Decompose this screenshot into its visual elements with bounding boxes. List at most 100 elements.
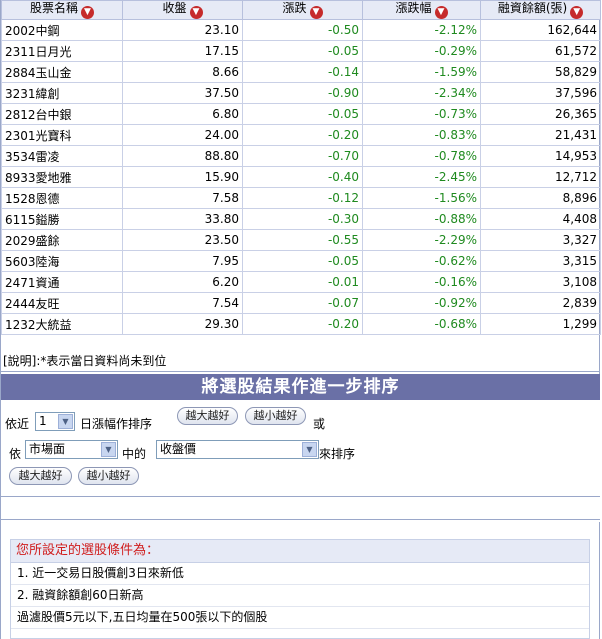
change-cell: -0.30	[242, 208, 363, 230]
close-cell: 7.95	[122, 250, 243, 272]
close-cell: 24.00	[122, 124, 243, 146]
col-header-margin[interactable]: 融資餘額(張) ▼	[480, 0, 601, 20]
stock-name-link[interactable]: 2029盛餘	[1, 229, 123, 251]
stock-name-link[interactable]: 2444友旺	[1, 292, 123, 314]
change-pct-cell: -1.56%	[362, 187, 481, 209]
stock-name-link[interactable]: 1232大統益	[1, 313, 123, 335]
stock-name-link[interactable]: 6115鎰勝	[1, 208, 123, 230]
margin-balance-cell: 2,839	[480, 292, 601, 314]
close-cell: 7.54	[122, 292, 243, 314]
col-header-name[interactable]: 股票名稱 ▼	[1, 0, 123, 20]
change-pct-cell: -0.73%	[362, 103, 481, 125]
change-cell: -0.90	[242, 82, 363, 104]
criteria-item: 2. 融資餘額創60日新高	[11, 585, 589, 607]
col-header-change-pct[interactable]: 漲跌幅 ▼	[362, 0, 481, 20]
margin-balance-cell: 21,431	[480, 124, 601, 146]
close-cell: 6.20	[122, 271, 243, 293]
field-select-value: 收盤價	[160, 442, 197, 456]
days-select[interactable]: 1 ▼	[35, 412, 75, 431]
divider	[1, 519, 600, 520]
change-pct-cell: -0.83%	[362, 124, 481, 146]
sort-down-icon[interactable]: ▼	[81, 6, 94, 19]
change-pct-cell: -1.59%	[362, 61, 481, 83]
change-cell: -0.05	[242, 103, 363, 125]
table-header-row: 股票名稱 ▼ 收盤 ▼ 漲跌 ▼ 漲跌幅 ▼ 融資餘額(張) ▼	[1, 0, 601, 20]
sort-down-icon[interactable]: ▼	[570, 6, 584, 19]
change-pct-cell: -0.16%	[362, 271, 481, 293]
change-pct-cell: -0.88%	[362, 208, 481, 230]
stock-name-link[interactable]: 1528恩德	[1, 187, 123, 209]
table-row: 2002中鋼 23.10 -0.50 -2.12% 162,644	[1, 19, 601, 41]
sort-panel: 依近 1 ▼ 日漲幅作排序 越大越好 越小越好 或 依 市場面 ▼ 中的 收盤價…	[1, 400, 600, 522]
chevron-down-icon[interactable]: ▼	[302, 442, 317, 457]
table-row: 2471資通 6.20 -0.01 -0.16% 3,108	[1, 271, 601, 293]
stock-name-link[interactable]: 8933愛地雅	[1, 166, 123, 188]
stock-name-link[interactable]: 2301光寶科	[1, 124, 123, 146]
desc-button-1[interactable]: 越大越好	[177, 407, 238, 425]
change-cell: -0.12	[242, 187, 363, 209]
table-row: 1232大統益 29.30 -0.20 -0.68% 1,299	[1, 313, 601, 335]
change-cell: -0.70	[242, 145, 363, 167]
category-select[interactable]: 市場面 ▼	[25, 440, 118, 459]
row1-prefix: 依近	[5, 417, 30, 431]
stock-name-link[interactable]: 5603陸海	[1, 250, 123, 272]
close-cell: 15.90	[122, 166, 243, 188]
sort-down-icon[interactable]: ▼	[434, 6, 448, 19]
col-header-change[interactable]: 漲跌 ▼	[242, 0, 363, 20]
table-row: 2311日月光 17.15 -0.05 -0.29% 61,572	[1, 40, 601, 62]
days-select-value: 1	[39, 414, 47, 428]
sort-down-icon[interactable]: ▼	[189, 6, 203, 19]
stock-name-link[interactable]: 3231緯創	[1, 82, 123, 104]
criteria-heading: 您所設定的選股條件為：	[11, 540, 589, 563]
margin-balance-cell: 1,299	[480, 313, 601, 335]
field-select[interactable]: 收盤價 ▼	[156, 440, 319, 459]
margin-balance-cell: 4,408	[480, 208, 601, 230]
sort-down-icon[interactable]: ▼	[309, 6, 323, 19]
change-cell: -0.20	[242, 313, 363, 335]
stock-name-link[interactable]: 2002中鋼	[1, 19, 123, 41]
middle-label: 中的	[122, 447, 147, 461]
asc-button-2[interactable]: 越小越好	[78, 467, 139, 485]
stock-name-link[interactable]: 2812台中銀	[1, 103, 123, 125]
close-cell: 37.50	[122, 82, 243, 104]
table-row: 6115鎰勝 33.80 -0.30 -0.88% 4,408	[1, 208, 601, 230]
close-cell: 88.80	[122, 145, 243, 167]
table-row: 1528恩德 7.58 -0.12 -1.56% 8,896	[1, 187, 601, 209]
stock-name-link[interactable]: 2471資通	[1, 271, 123, 293]
table-row: 2301光寶科 24.00 -0.20 -0.83% 21,431	[1, 124, 601, 146]
chevron-down-icon[interactable]: ▼	[101, 442, 116, 457]
table-row: 3231緯創 37.50 -0.90 -2.34% 37,596	[1, 82, 601, 104]
change-cell: -0.20	[242, 124, 363, 146]
stock-name-link[interactable]: 2311日月光	[1, 40, 123, 62]
margin-balance-cell: 61,572	[480, 40, 601, 62]
change-cell: -0.05	[242, 40, 363, 62]
table-row: 2812台中銀 6.80 -0.05 -0.73% 26,365	[1, 103, 601, 125]
margin-balance-cell: 12,712	[480, 166, 601, 188]
criteria-item: 過濾股價5元以下,五日均量在500張以下的個股	[11, 607, 589, 629]
change-pct-cell: -0.29%	[362, 40, 481, 62]
stock-table: 股票名稱 ▼ 收盤 ▼ 漲跌 ▼ 漲跌幅 ▼ 融資餘額(張) ▼ 2002中鋼 23.10-…	[1, 0, 601, 335]
change-cell: -0.50	[242, 19, 363, 41]
change-pct-cell: -0.92%	[362, 292, 481, 314]
col-header-label: 收盤	[162, 1, 187, 15]
table-row: 3534雷凌 88.80 -0.70 -0.78% 14,953	[1, 145, 601, 167]
change-cell: -0.55	[242, 229, 363, 251]
stock-name-link[interactable]: 3534雷凌	[1, 145, 123, 167]
asc-button-1[interactable]: 越小越好	[245, 407, 306, 425]
close-cell: 6.80	[122, 103, 243, 125]
desc-button-2[interactable]: 越大越好	[9, 467, 72, 485]
margin-balance-cell: 3,327	[480, 229, 601, 251]
close-cell: 33.80	[122, 208, 243, 230]
note-text: [說明]:*表示當日資料尚未到位	[3, 354, 167, 368]
category-select-value: 市場面	[29, 442, 66, 456]
change-cell: -0.40	[242, 166, 363, 188]
change-cell: -0.05	[242, 250, 363, 272]
change-pct-cell: -0.68%	[362, 313, 481, 335]
col-header-label: 漲跌幅	[395, 1, 432, 15]
margin-balance-cell: 162,644	[480, 19, 601, 41]
divider	[1, 371, 600, 372]
chevron-down-icon[interactable]: ▼	[58, 414, 73, 429]
stock-name-link[interactable]: 2884玉山金	[1, 61, 123, 83]
margin-balance-cell: 14,953	[480, 145, 601, 167]
col-header-close[interactable]: 收盤 ▼	[122, 0, 243, 20]
